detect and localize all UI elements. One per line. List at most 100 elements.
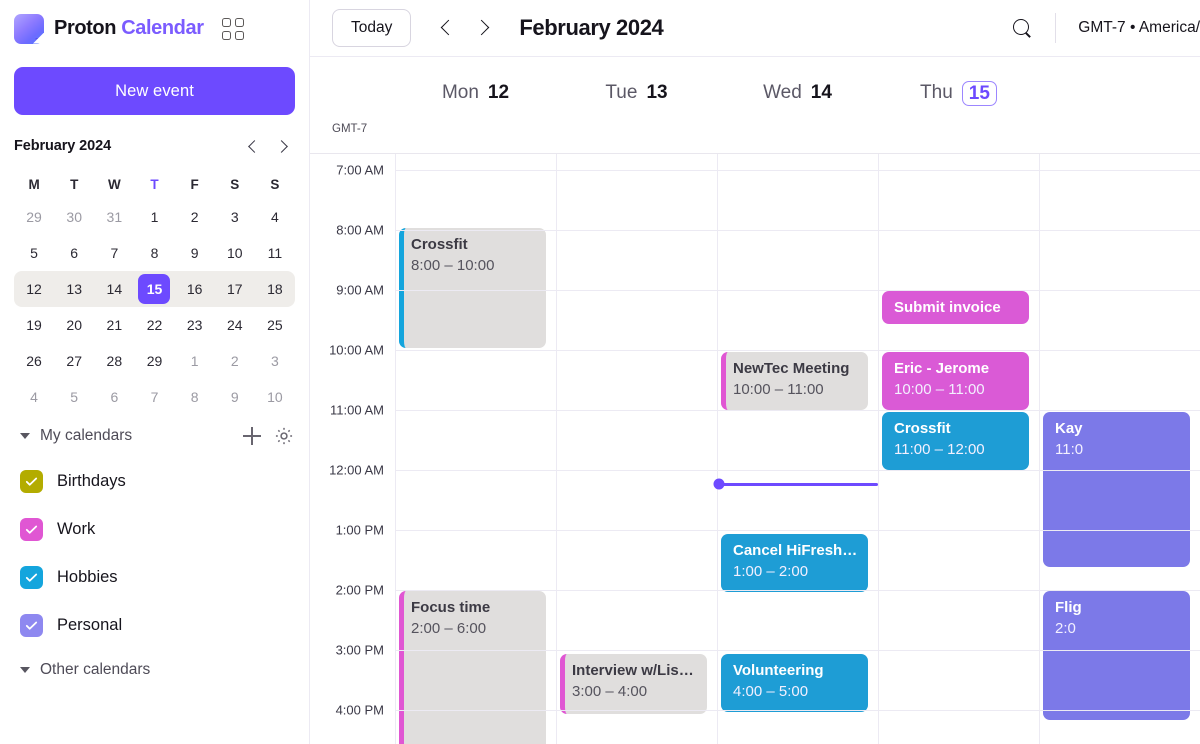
calendar-event[interactable]: Eric - Jerome 10:00 – 11:00 <box>882 352 1029 410</box>
calendar-event[interactable]: Interview w/Lisa… 3:00 – 4:00 <box>560 654 707 714</box>
mini-day-cell[interactable]: 27 <box>54 343 94 379</box>
mini-day-cell[interactable]: 11 <box>255 235 295 271</box>
check-icon <box>25 621 38 630</box>
period-nav <box>437 18 493 38</box>
mini-day-cell[interactable]: 5 <box>54 379 94 415</box>
next-period-icon[interactable] <box>473 18 493 38</box>
calendar-event[interactable]: Cancel HiFresh s… 1:00 – 2:00 <box>721 534 868 592</box>
mini-day-number: 17 <box>226 281 243 297</box>
day-header-wed[interactable]: Wed 14 <box>717 57 878 123</box>
calendar-list-item[interactable]: Birthdays <box>14 457 295 505</box>
calendar-checkbox[interactable] <box>20 517 43 541</box>
mini-day-cell[interactable]: 4 <box>14 379 54 415</box>
day-header-tue[interactable]: Tue 13 <box>556 57 717 123</box>
mini-day-cell[interactable]: 2 <box>215 343 255 379</box>
new-event-button[interactable]: New event <box>14 67 295 115</box>
mini-day-cell[interactable]: 15 <box>134 271 175 307</box>
mini-day-cell[interactable]: 29 <box>14 199 54 235</box>
mini-day-cell[interactable]: 25 <box>255 307 295 343</box>
mini-day-cell[interactable]: 28 <box>94 343 134 379</box>
mini-day-cell[interactable]: 10 <box>255 379 295 415</box>
calendar-checkbox[interactable] <box>20 565 43 589</box>
other-calendars-header[interactable]: Other calendars <box>14 649 295 691</box>
collapse-caret-icon[interactable] <box>20 667 30 673</box>
calendar-checkbox[interactable] <box>20 469 43 493</box>
logo-day-badge: 31 <box>35 36 43 45</box>
mini-day-number: 11 <box>267 245 283 261</box>
day-header-mon[interactable]: Mon 12 <box>395 57 556 123</box>
collapse-caret-icon[interactable] <box>20 433 30 439</box>
hour-gridline <box>395 530 1200 531</box>
mini-day-cell[interactable]: 8 <box>175 379 215 415</box>
mini-day-cell[interactable]: 10 <box>215 235 255 271</box>
mini-calendar-body: 29 30 31 1 2 3 4 5 6 7 8 9 10 11 12 13 14 15 16 17 18 19 20 21 2… <box>14 199 295 415</box>
calendar-event[interactable]: Focus time 2:00 – 6:00 <box>399 591 546 744</box>
calendar-event[interactable]: Flig 2:0 <box>1043 591 1190 720</box>
calendar-list-item[interactable]: Personal <box>14 601 295 649</box>
mini-day-cell[interactable]: 29 <box>134 343 174 379</box>
mini-day-cell[interactable]: 12 <box>14 271 55 307</box>
day-header-thu[interactable]: Thu 15 <box>878 57 1039 123</box>
day-header-today-number: 15 <box>961 80 997 106</box>
mini-day-cell[interactable]: 6 <box>54 235 94 271</box>
mini-day-cell[interactable]: 14 <box>94 271 135 307</box>
calendar-grid[interactable]: 7:00 AM 8:00 AM 9:00 AM 10:00 AM 11:00 AM 12:… <box>310 153 1200 744</box>
mini-day-cell[interactable]: 17 <box>214 271 255 307</box>
day-header-weekday: Tue <box>605 82 638 103</box>
calendar-label: Personal <box>57 615 123 634</box>
mini-day-cell[interactable]: 18 <box>254 271 295 307</box>
calendar-event[interactable]: Submit invoice <box>882 291 1029 324</box>
day-column-2[interactable]: NewTec Meeting 10:00 – 11:00 Cancel HiFres… <box>713 154 878 744</box>
mini-day-cell[interactable]: 22 <box>134 307 174 343</box>
day-header-partial[interactable] <box>1039 57 1200 123</box>
day-column-1[interactable]: Interview w/Lisa… 3:00 – 4:00 <box>556 154 717 744</box>
mini-day-cell[interactable]: 26 <box>14 343 54 379</box>
mini-next-month-icon[interactable] <box>276 140 289 153</box>
calendar-list-item[interactable]: Hobbies <box>14 553 295 601</box>
mini-day-cell[interactable]: 9 <box>175 235 215 271</box>
mini-day-cell[interactable]: 21 <box>94 307 134 343</box>
mini-day-cell[interactable]: 3 <box>215 199 255 235</box>
mini-day-cell[interactable]: 3 <box>255 343 295 379</box>
mini-day-cell[interactable]: 19 <box>14 307 54 343</box>
previous-period-icon[interactable] <box>437 18 457 38</box>
search-icon[interactable] <box>1011 17 1033 39</box>
mini-day-cell[interactable]: 1 <box>134 199 174 235</box>
calendar-event[interactable]: Crossfit 8:00 – 10:00 <box>399 228 546 348</box>
mini-day-cell[interactable]: 16 <box>174 271 215 307</box>
mini-day-cell[interactable]: 9 <box>215 379 255 415</box>
day-column-4[interactable]: Kay 11:0 Flig 2:0 <box>1039 154 1200 744</box>
mini-day-cell[interactable]: 30 <box>54 199 94 235</box>
event-title: NewTec Meeting <box>733 360 850 377</box>
calendar-event[interactable]: Kay 11:0 <box>1043 412 1190 567</box>
calendar-event[interactable]: Crossfit 11:00 – 12:00 <box>882 412 1029 470</box>
calendar-checkbox[interactable] <box>20 613 43 637</box>
mini-day-cell[interactable]: 31 <box>94 199 134 235</box>
calendar-event[interactable]: Volunteering 4:00 – 5:00 <box>721 654 868 712</box>
mini-day-cell[interactable]: 4 <box>255 199 295 235</box>
mini-day-cell[interactable]: 13 <box>54 271 95 307</box>
mini-day-cell[interactable]: 7 <box>134 379 174 415</box>
mini-day-cell[interactable]: 5 <box>14 235 54 271</box>
sidebar: 31 Proton Calendar New event February 20… <box>0 0 310 744</box>
day-column-0[interactable]: Crossfit 8:00 – 10:00 Focus time 2:00 – 6:0… <box>395 154 556 744</box>
apps-grid-icon[interactable] <box>221 17 244 40</box>
mini-day-cell[interactable]: 23 <box>175 307 215 343</box>
mini-day-cell[interactable]: 2 <box>175 199 215 235</box>
mini-day-cell[interactable]: 8 <box>134 235 174 271</box>
mini-day-cell[interactable]: 24 <box>215 307 255 343</box>
plus-icon[interactable] <box>241 425 263 447</box>
gear-icon[interactable] <box>273 425 295 447</box>
mini-day-number: 3 <box>230 209 239 225</box>
new-event-container: New event <box>0 57 309 115</box>
mini-day-cell[interactable]: 6 <box>94 379 134 415</box>
day-column-3[interactable]: Submit invoice Eric - Jerome 10:00 – 11:00… <box>878 154 1039 744</box>
mini-day-cell[interactable]: 7 <box>94 235 134 271</box>
calendar-event[interactable]: NewTec Meeting 10:00 – 11:00 <box>721 352 868 410</box>
calendar-list-item[interactable]: Work <box>14 505 295 553</box>
today-button[interactable]: Today <box>332 9 412 47</box>
mini-prev-month-icon[interactable] <box>247 140 260 153</box>
mini-day-cell[interactable]: 1 <box>175 343 215 379</box>
timezone-label[interactable]: GMT-7 • America/ <box>1056 19 1200 37</box>
mini-day-cell[interactable]: 20 <box>54 307 94 343</box>
